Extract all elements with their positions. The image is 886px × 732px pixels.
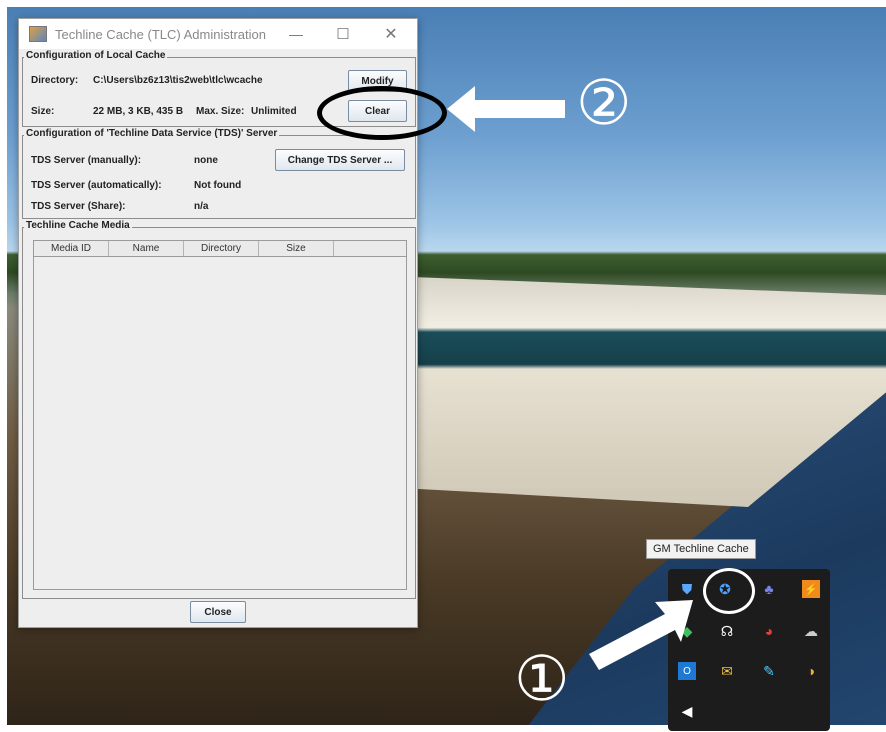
highlight-ellipse — [317, 86, 447, 140]
orange-app-icon[interactable]: ⚡ — [802, 580, 820, 598]
cache-media-group: Techline Cache Media Media ID Name Direc… — [22, 220, 416, 599]
size-label: Size: — [31, 106, 55, 117]
cloud-icon[interactable]: ☁ — [802, 622, 820, 640]
max-size-label: Max. Size: — [196, 106, 245, 117]
table-header: Media ID Name Directory Size — [34, 241, 406, 257]
column-name[interactable]: Name — [109, 241, 184, 256]
maximize-icon[interactable]: ☐ — [321, 19, 365, 49]
tds-manual-label: TDS Server (manually): — [31, 155, 142, 166]
highlight-circle — [703, 568, 755, 614]
media-table[interactable]: Media ID Name Directory Size — [33, 240, 407, 590]
tray-tooltip: GM Techline Cache — [646, 539, 756, 559]
arrow-left-icon — [447, 86, 565, 132]
teams-icon[interactable]: ♣ — [760, 580, 778, 598]
speaker-icon[interactable]: ◀ — [678, 702, 696, 720]
mail-icon[interactable]: ✉ — [718, 662, 736, 680]
arrow-up-right-icon — [589, 600, 693, 670]
tds-share-label: TDS Server (Share): — [31, 201, 126, 212]
title-bar[interactable]: Techline Cache (TLC) Administration — ☐ … — [19, 19, 417, 49]
minimize-icon[interactable]: — — [274, 19, 318, 49]
column-media-id[interactable]: Media ID — [34, 241, 109, 256]
step-1-marker: ① — [514, 642, 570, 715]
app-icon — [29, 26, 47, 42]
directory-label: Directory: — [31, 75, 79, 86]
step-2-marker: ② — [576, 66, 632, 139]
column-directory[interactable]: Directory — [184, 241, 259, 256]
close-icon[interactable]: ✕ — [369, 19, 413, 49]
pen-icon[interactable]: ✎ — [760, 662, 778, 680]
tds-auto-value: Not found — [194, 180, 242, 191]
max-size-value: Unlimited — [251, 106, 297, 117]
chrome-app-icon[interactable]: ◕ — [760, 622, 778, 640]
directory-value: C:\Users\bz6z13\tis2web\tlc\wcache — [93, 75, 263, 86]
tds-share-value: n/a — [194, 201, 209, 212]
headset-icon[interactable]: ☊ — [718, 622, 736, 640]
tds-auto-label: TDS Server (automatically): — [31, 180, 162, 191]
window-title: Techline Cache (TLC) Administration — [55, 26, 266, 42]
group-label: Configuration of 'Techline Data Service … — [24, 128, 280, 139]
tds-server-group: Configuration of 'Techline Data Service … — [22, 128, 416, 219]
close-button[interactable]: Close — [190, 601, 246, 623]
group-label: Techline Cache Media — [24, 220, 132, 231]
color-wheel-icon[interactable]: ◑ — [802, 662, 820, 680]
tds-manual-value: none — [194, 155, 218, 166]
change-tds-server-button[interactable]: Change TDS Server ... — [275, 149, 405, 171]
column-size[interactable]: Size — [259, 241, 334, 256]
size-value: 22 MB, 3 KB, 435 B — [93, 106, 184, 117]
group-label: Configuration of Local Cache — [24, 50, 168, 61]
column-empty — [334, 241, 406, 256]
